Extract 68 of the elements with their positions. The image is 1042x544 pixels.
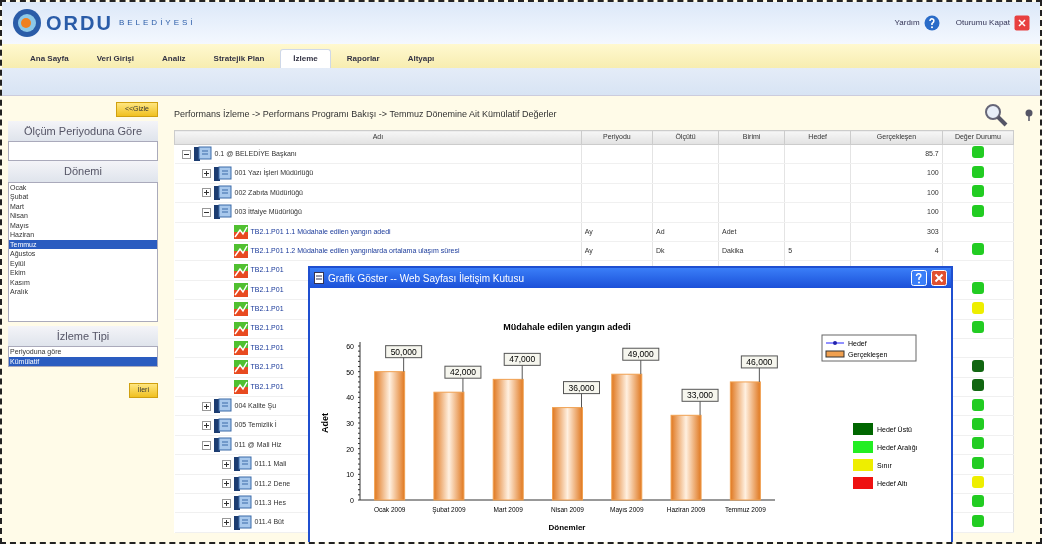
legend-swatch (825, 350, 845, 358)
chart-icon (233, 282, 248, 297)
logo-text: ORDU (46, 11, 113, 36)
value-label: 50,000 (385, 345, 423, 359)
value-label: 49,000 (622, 347, 660, 361)
help-icon (923, 15, 940, 31)
dialog-title: Grafik Göster -- Web Sayfası İletişim Kutusu (328, 271, 524, 286)
axis-label: Adet (320, 413, 330, 433)
binder-icon (213, 398, 232, 415)
collapse-icon[interactable] (181, 149, 191, 159)
expand-icon[interactable] (201, 188, 211, 198)
section-heading: İzleme Tipi (8, 325, 158, 346)
value-label: 33,000 (681, 388, 719, 402)
expand-icon[interactable] (221, 498, 231, 508)
chart-icon (233, 224, 248, 239)
binder-icon (233, 514, 252, 531)
value-label: 47,000 (503, 352, 541, 366)
chart-icon (233, 321, 248, 336)
menu-tab[interactable]: Veri Girişi (84, 50, 147, 68)
logo-subtext: BELEDİYESİ (118, 17, 196, 29)
chart-title: Müdahale edilen yangın adedi (503, 322, 631, 332)
header-link[interactable]: Yardım (894, 15, 940, 31)
chart-icon (233, 341, 248, 356)
help-icon[interactable] (911, 270, 927, 286)
menu-tab[interactable]: Ana Sayfa (18, 50, 81, 68)
collapse-icon[interactable] (201, 207, 211, 217)
value-label: 42,000 (444, 365, 482, 379)
expand-icon[interactable] (201, 421, 211, 431)
search-icon[interactable] (984, 103, 1008, 127)
binder-icon (213, 417, 232, 434)
menu-tab[interactable]: Analiz (150, 50, 198, 68)
section-heading: Ölçüm Periyoduna Göre (8, 120, 158, 141)
close-icon (1014, 15, 1030, 31)
chart-icon (233, 379, 248, 394)
expand-icon[interactable] (221, 479, 231, 489)
axis-label: Dönemler (548, 523, 586, 532)
chart-icon (233, 263, 248, 278)
close-icon[interactable] (931, 270, 947, 286)
binder-icon (233, 456, 252, 473)
expand-icon[interactable] (221, 518, 231, 528)
chart-icon (233, 244, 248, 259)
expand-icon[interactable] (221, 459, 231, 469)
section-heading: Dönemi (8, 161, 158, 182)
binder-icon (213, 437, 232, 454)
menu-tab[interactable]: Altyapı (395, 50, 447, 68)
binder-icon (233, 495, 252, 512)
line-legend-icon (825, 341, 845, 345)
header-link[interactable]: Oturumu Kapat (955, 15, 1030, 31)
expand-icon[interactable] (201, 169, 211, 179)
menu-tab[interactable]: İzleme (280, 49, 331, 68)
binder-icon (213, 204, 232, 221)
binder-icon (193, 146, 212, 163)
binder-icon (233, 475, 252, 492)
chart-icon (233, 302, 248, 317)
collapse-icon[interactable] (201, 440, 211, 450)
page-icon (314, 272, 324, 284)
value-label: 36,000 (563, 381, 600, 395)
logo-icon (12, 8, 42, 38)
chart-icon (233, 360, 248, 375)
pin-icon[interactable] (1024, 109, 1034, 121)
value-label: 46,000 (740, 355, 778, 369)
menu-tab[interactable]: Stratejik Plan (201, 50, 277, 68)
binder-icon (213, 184, 232, 201)
binder-icon (213, 165, 232, 182)
expand-icon[interactable] (201, 401, 211, 411)
menu-tab[interactable]: Raporlar (334, 50, 392, 68)
breadcrumb-text: Performans İzleme -> Performans Programı Bakışı -> Temmuz Dönemine Ait Kümülatif Değerler (174, 108, 557, 122)
period-input[interactable] (8, 141, 158, 161)
